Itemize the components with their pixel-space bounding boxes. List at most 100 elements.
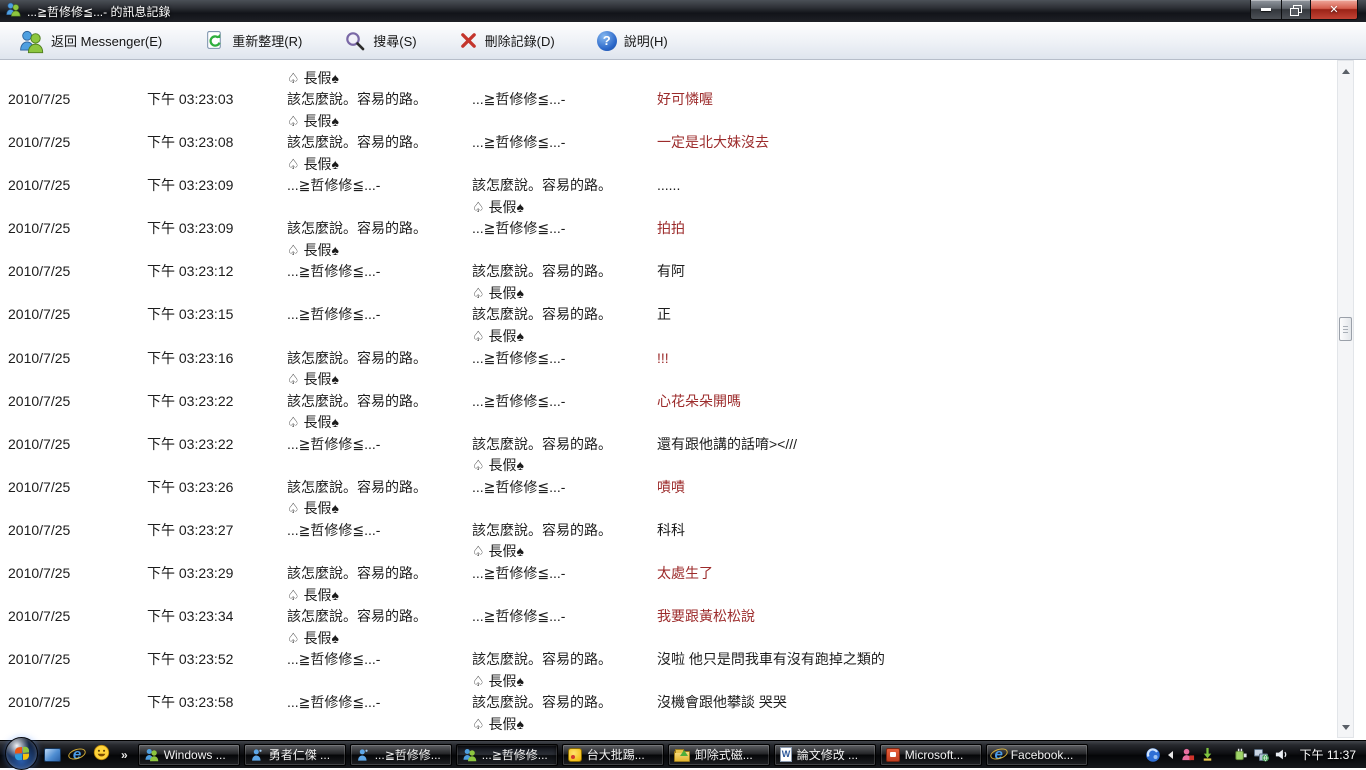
log-from: 該怎麼說。容易的路。 ♤ 長假♠ (287, 478, 427, 517)
taskbar-button-removable-disk[interactable]: 卸除式磁... (667, 743, 770, 766)
refresh-label: 重新整理(R) (232, 34, 303, 49)
log-row: 2010/7/25 下午 03:23:09 該怎麼說。容易的路。 ♤ 長假♠ ...≧哲… (0, 218, 1326, 261)
taskbar-button-powerpoint[interactable]: Microsoft... (879, 743, 982, 766)
messenger-status-tray-icon[interactable] (1180, 747, 1195, 762)
log-date: 2010/7/25 (8, 521, 71, 538)
log-from: ...≧哲修修≦...- (287, 177, 381, 194)
message-history-pane: ♤ 長假♠ 2010/7/25 下午 03:23:03 該怎麼說。容易的路。 ♤ 長假… (0, 60, 1366, 740)
blue-swirl-tray-icon[interactable] (1145, 747, 1161, 763)
log-from: 該怎麼說。容易的路。 ♤ 長假♠ (287, 392, 427, 431)
hide-icons-chevron[interactable] (1167, 750, 1173, 759)
taskbar-button-messenger-main[interactable]: Windows ... (137, 743, 240, 766)
log-date: 2010/7/25 (8, 608, 71, 625)
log-from: ...≧哲修修≦...- (287, 694, 381, 711)
restore-button[interactable] (1282, 0, 1310, 20)
search-icon (344, 30, 366, 52)
log-to: 該怎麼說。容易的路。 ♤ 長假♠ (472, 651, 612, 689)
log-row: 2010/7/25 下午 03:23:12 ...≧哲修修≦...- 該怎麼說。容易的… (0, 261, 1326, 304)
word-document-icon (779, 747, 792, 762)
log-message: 太處生了 (657, 565, 713, 582)
power-plug-tray-icon[interactable] (1233, 747, 1248, 762)
window-title: ...≧哲修修≦...- 的訊息記錄 (27, 4, 171, 19)
titlebar: ...≧哲修修≦...- 的訊息記錄 (0, 0, 1366, 23)
search-button[interactable]: 搜尋(S) (338, 29, 422, 53)
log-row: 2010/7/25 下午 03:23:22 ...≧哲修修≦...- 該怎麼說。容易的… (0, 434, 1326, 477)
scroll-up-arrow[interactable] (1338, 63, 1353, 79)
show-desktop-icon[interactable] (44, 747, 61, 762)
messenger-buddies-icon (463, 748, 476, 762)
log-row: 2010/7/25 下午 03:23:26 該怎麼說。容易的路。 ♤ 長假♠ ...≧哲… (0, 477, 1326, 520)
log-message: 心花朵朵開嗎 (657, 392, 741, 409)
help-icon (596, 30, 617, 51)
log-row: 2010/7/25 下午 03:23:16 該怎麼說。容易的路。 ♤ 長假♠ ...≧哲… (0, 348, 1326, 391)
vertical-scrollbar[interactable] (1337, 60, 1354, 738)
log-to: 該怎麼說。容易的路。 ♤ 長假♠ (472, 263, 612, 301)
messenger-buddies-icon (145, 748, 158, 762)
powerpoint-icon (885, 747, 900, 762)
log-from: ...≧哲修修≦...- (287, 521, 381, 538)
delete-history-button[interactable]: 刪除記錄(D) (453, 30, 561, 51)
log-time: 下午 03:23:52 (147, 651, 234, 668)
log-row: 2010/7/25 下午 03:23:08 該怎麼說。容易的路。 ♤ 長假♠ ...≧哲… (0, 132, 1326, 175)
help-label: 說明(H) (623, 34, 668, 49)
log-date: 2010/7/25 (8, 349, 71, 366)
start-button[interactable] (5, 737, 38, 770)
safely-remove-hardware-icon[interactable] (1200, 747, 1215, 762)
log-time: 下午 03:23:03 (147, 91, 234, 107)
log-from: ...≧哲修修≦...- (287, 651, 381, 668)
taskbar-button-message-history[interactable]: ...≧哲修修... (455, 743, 558, 766)
messenger-buddies-icon (5, 1, 21, 22)
taskbar-button-word[interactable]: 論文修改 ... (773, 743, 876, 766)
taskbar-button-chat-1[interactable]: 勇者仁傑 ... (243, 743, 346, 766)
log-date: 2010/7/25 (8, 435, 71, 452)
window-controls (1250, 0, 1358, 20)
log-row: 2010/7/25 下午 03:23:58 ...≧哲修修≦...- 該怎麼說。容易的… (0, 692, 1326, 735)
log-time: 下午 03:23:09 (147, 220, 234, 237)
toolbar: 返回 Messenger(E) 重新整理(R) 搜尋(S) 刪除記錄(D) 說明… (0, 22, 1366, 60)
log-from: 該怎麼說。容易的路。 ♤ 長假♠ (287, 565, 427, 603)
log-date: 2010/7/25 (8, 177, 71, 194)
taskbar: » Windows ... 勇者仁傑 ... ...≧哲修修... ...≧哲修… (0, 737, 1366, 770)
log-from: 該怎麼說。容易的路。 ♤ 長假♠ (287, 608, 427, 646)
messenger-buddy-icon (251, 748, 262, 761)
messenger-buddy-icon (357, 748, 368, 761)
network-tray-icon[interactable] (1253, 747, 1269, 763)
smiley-icon[interactable] (93, 744, 110, 766)
log-to: ...≧哲修修≦...- (472, 478, 566, 495)
log-row: 2010/7/25 下午 03:23:29 該怎麼說。容易的路。 ♤ 長假♠ ...≧哲… (0, 563, 1326, 606)
log-from: ♤ 長假♠ (287, 70, 339, 86)
log-to: 該怎麼說。容易的路。 ♤ 長假♠ (472, 521, 612, 560)
log-time: 下午 03:23:22 (147, 435, 234, 452)
log-message: 沒機會跟他攀談 哭哭 (657, 694, 787, 711)
close-button[interactable] (1310, 0, 1358, 20)
scroll-down-arrow[interactable] (1338, 719, 1353, 735)
quick-launch-overflow-chevron[interactable]: » (121, 748, 128, 762)
message-log: ♤ 長假♠ 2010/7/25 下午 03:23:03 該怎麼說。容易的路。 ♤ 長假… (0, 68, 1326, 735)
log-row: 2010/7/25 下午 03:23:27 ...≧哲修修≦...- 該怎麼說。容易的… (0, 520, 1326, 563)
log-time: 下午 03:23:26 (147, 478, 234, 495)
taskbar-button-facebook[interactable]: Facebook... (985, 743, 1088, 766)
log-message: 正 (657, 306, 671, 323)
log-message: 一定是北大妹沒去 (657, 134, 769, 151)
scrollbar-thumb[interactable] (1339, 317, 1352, 341)
search-label: 搜尋(S) (373, 34, 417, 49)
log-row: 2010/7/25 下午 03:23:34 該怎麼說。容易的路。 ♤ 長假♠ ...≧哲… (0, 606, 1326, 649)
log-to: ...≧哲修修≦...- (472, 134, 566, 151)
log-time: 下午 03:23:22 (147, 392, 234, 409)
ptt-icon (567, 747, 582, 762)
log-date: 2010/7/25 (8, 478, 71, 495)
volume-tray-icon[interactable] (1274, 747, 1289, 762)
removable-disk-folder-icon (673, 748, 690, 762)
taskbar-button-ptt[interactable]: 台大批踢... (561, 743, 664, 766)
internet-explorer-icon[interactable] (70, 747, 84, 762)
taskbar-clock[interactable]: 下午 11:37 (1300, 746, 1356, 763)
taskbar-button-chat-2[interactable]: ...≧哲修修... (349, 743, 452, 766)
log-time: 下午 03:23:34 (147, 608, 234, 625)
log-to: ...≧哲修修≦...- (472, 91, 566, 107)
log-message: 還有跟他講的話唷></// (657, 435, 798, 452)
help-button[interactable]: 說明(H) (591, 30, 674, 52)
back-to-messenger-button[interactable]: 返回 Messenger(E) (12, 27, 168, 55)
log-message: ...... (657, 177, 681, 194)
refresh-button[interactable]: 重新整理(R) (198, 29, 308, 52)
minimize-button[interactable] (1250, 0, 1282, 20)
